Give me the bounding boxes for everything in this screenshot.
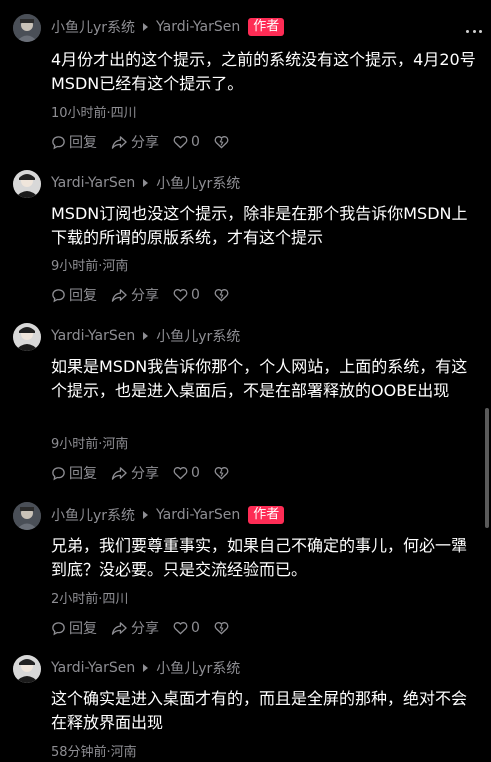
author-name[interactable]: 小鱼儿yr系统: [51, 17, 135, 37]
share-button[interactable]: 分享: [111, 463, 159, 483]
comment-text: 4月份才出的这个提示，之前的系统没有这个提示，4月20号MSDN已经有这个提示了…: [51, 50, 476, 93]
share-icon: [111, 621, 127, 635]
comment-text: 这个确实是进入桌面才有的，而且是全屏的那种，绝对不会在释放界面出现: [51, 689, 468, 732]
reply-label: 回复: [69, 135, 97, 151]
comment-meta: 10小时前·四川: [51, 106, 137, 121]
author-badge: 作者: [248, 506, 285, 524]
like-icon: [173, 136, 188, 149]
reply-label: 回复: [69, 466, 97, 482]
comment-header: Yardi-YarSen 小鱼儿yr系统: [51, 325, 240, 347]
dislike-icon: [214, 289, 229, 302]
reply-to-name[interactable]: Yardi-YarSen: [156, 19, 240, 35]
comment-actions: 回复 分享 0: [51, 463, 246, 483]
share-label: 分享: [131, 135, 159, 151]
like-count: 0: [191, 287, 200, 303]
like-count: 0: [191, 465, 200, 481]
comment-text: 兄弟，我们要尊重事实，如果自己不确定的事儿，何必一犟到底？没必要。只是交流经验而…: [51, 536, 468, 579]
reply-icon: [52, 621, 65, 635]
comment-meta: 58分钟前·河南: [51, 745, 137, 760]
dislike-button[interactable]: [214, 466, 232, 480]
dislike-button[interactable]: [214, 135, 232, 149]
comment-actions: 回复 分享 0: [51, 132, 246, 152]
share-icon: [111, 288, 127, 302]
dislike-icon: [214, 622, 229, 635]
comment-thread: 小鱼儿yr系统 Yardi-YarSen 作者 4月份才出的这个提示，之前的系统…: [0, 0, 491, 762]
chevron-right-icon: [143, 23, 149, 31]
comment-meta: 9小时前·河南: [51, 437, 129, 452]
chevron-right-icon: [143, 332, 149, 340]
comment-text: 如果是MSDN我告诉你那个，个人网站，上面的系统，有这个提示，也是进入桌面后，不…: [51, 357, 468, 400]
chevron-right-icon: [143, 664, 149, 672]
reply-to-name[interactable]: 小鱼儿yr系统: [156, 658, 240, 678]
like-icon: [173, 622, 188, 635]
comment-header: Yardi-YarSen 小鱼儿yr系统: [51, 172, 240, 194]
share-label: 分享: [131, 621, 159, 637]
avatar[interactable]: [13, 170, 41, 198]
avatar[interactable]: [13, 323, 41, 351]
like-button[interactable]: 0: [173, 134, 200, 150]
avatar[interactable]: [13, 14, 41, 42]
share-label: 分享: [131, 288, 159, 304]
author-name[interactable]: Yardi-YarSen: [51, 328, 135, 344]
comment-header: 小鱼儿yr系统 Yardi-YarSen 作者: [51, 504, 285, 526]
reply-to-name[interactable]: Yardi-YarSen: [156, 507, 240, 523]
author-name[interactable]: 小鱼儿yr系统: [51, 505, 135, 525]
reply-button[interactable]: 回复: [51, 132, 97, 152]
author-name[interactable]: Yardi-YarSen: [51, 660, 135, 676]
chevron-right-icon: [143, 179, 149, 187]
dislike-button[interactable]: [214, 621, 232, 635]
comment-text: MSDN订阅也没这个提示，除非是在那个我告诉你MSDN上下载的所谓的原版系统，才…: [51, 204, 468, 247]
reply-button[interactable]: 回复: [51, 618, 97, 638]
like-icon: [173, 467, 188, 480]
comment-actions: 回复 分享 0: [51, 285, 246, 305]
dislike-button[interactable]: [214, 288, 232, 302]
share-icon: [111, 135, 127, 149]
reply-icon: [52, 288, 65, 302]
author-badge: 作者: [248, 18, 285, 36]
reply-to-name[interactable]: 小鱼儿yr系统: [156, 326, 240, 346]
share-button[interactable]: 分享: [111, 618, 159, 638]
reply-label: 回复: [69, 621, 97, 637]
chevron-right-icon: [143, 511, 149, 519]
dislike-icon: [214, 136, 229, 149]
like-icon: [173, 289, 188, 302]
more-icon[interactable]: [466, 30, 482, 34]
like-button[interactable]: 0: [173, 465, 200, 481]
avatar[interactable]: [13, 655, 41, 683]
like-count: 0: [191, 620, 200, 636]
share-label: 分享: [131, 466, 159, 482]
reply-icon: [52, 466, 65, 480]
author-name[interactable]: Yardi-YarSen: [51, 175, 135, 191]
reply-label: 回复: [69, 288, 97, 304]
reply-icon: [52, 135, 65, 149]
share-button[interactable]: 分享: [111, 285, 159, 305]
dislike-icon: [214, 467, 229, 480]
like-button[interactable]: 0: [173, 620, 200, 636]
reply-button[interactable]: 回复: [51, 463, 97, 483]
reply-button[interactable]: 回复: [51, 285, 97, 305]
comment-header: 小鱼儿yr系统 Yardi-YarSen 作者: [51, 16, 285, 38]
comment-meta: 9小时前·河南: [51, 259, 129, 274]
comment-header: Yardi-YarSen 小鱼儿yr系统: [51, 657, 240, 679]
like-button[interactable]: 0: [173, 287, 200, 303]
avatar[interactable]: [13, 502, 41, 530]
comment-actions: 回复 分享 0: [51, 618, 246, 638]
reply-to-name[interactable]: 小鱼儿yr系统: [156, 173, 240, 193]
like-count: 0: [191, 134, 200, 150]
share-icon: [111, 466, 127, 480]
share-button[interactable]: 分享: [111, 132, 159, 152]
scrollbar[interactable]: [485, 408, 489, 528]
comment-meta: 2小时前·四川: [51, 592, 129, 607]
